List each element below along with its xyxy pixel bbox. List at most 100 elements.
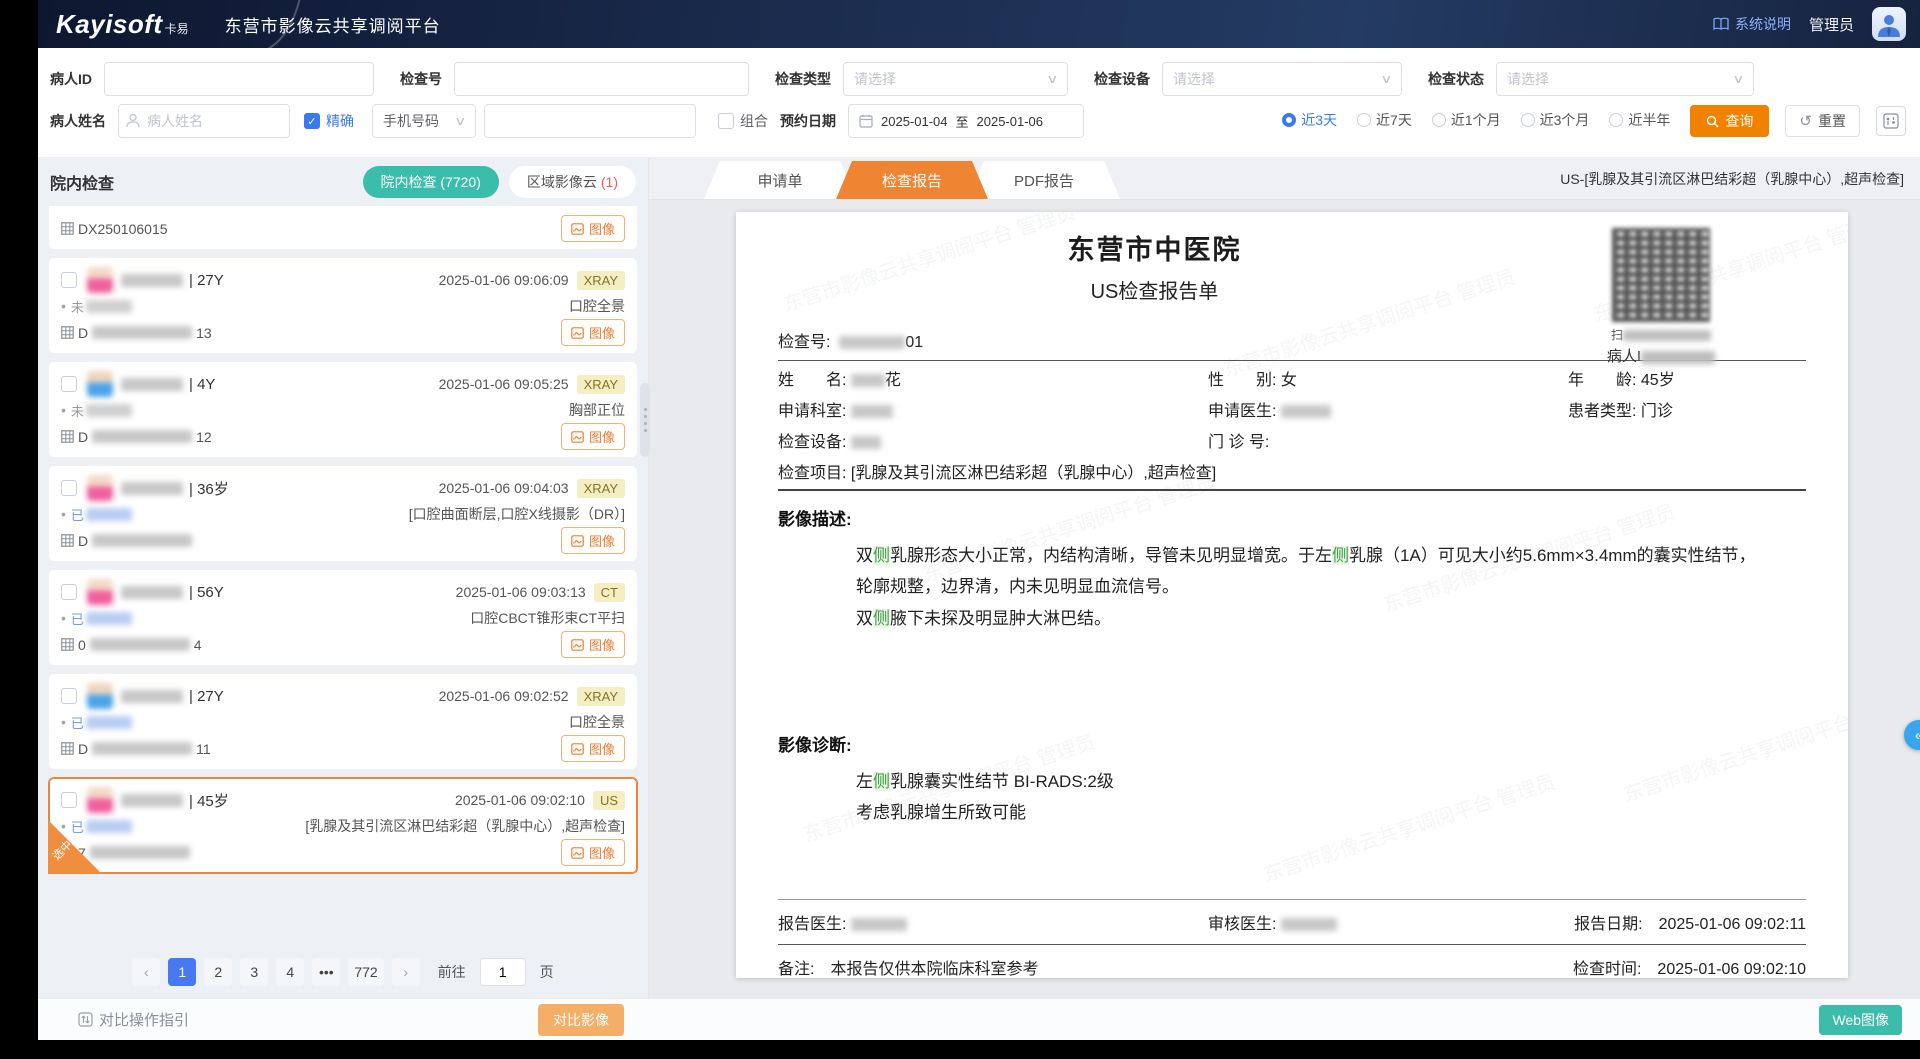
quick-range-1[interactable]: 近7天 — [1357, 110, 1412, 130]
description-line: 双侧腋下未探及明显肿大淋巴结。 — [856, 603, 1758, 634]
exam-status: 已 — [71, 817, 84, 836]
search-button[interactable]: 查询 — [1690, 105, 1769, 137]
exam-card[interactable]: | 56Y 2025-01-06 09:03:13 CT • 已 口腔CBCT锥… — [48, 569, 638, 666]
exam-card[interactable]: | 45岁 2025-01-06 09:02:10 US • 已 [乳腺及其引流… — [48, 777, 638, 874]
patient-age: | 27Y — [189, 688, 224, 705]
status-dot: • — [61, 818, 66, 834]
modality-badge: XRAY — [577, 687, 625, 706]
modality-badge: XRAY — [577, 271, 625, 290]
report-doc-title: US检查报告单 — [778, 275, 1531, 304]
exam-card[interactable]: | 27Y 2025-01-06 09:06:09 XRAY • 未 口腔全景 … — [48, 257, 638, 354]
goto-page-input[interactable] — [480, 958, 526, 986]
app-window: Kayisoft 卡易 东营市影像云共享调阅平台 系统说明 管理员 — [38, 0, 1920, 1040]
compare-guide-link[interactable]: 对比操作指引 — [78, 1009, 189, 1030]
device-placeholder: 请选择 — [1173, 69, 1215, 89]
view-images-button[interactable]: 图像 — [561, 839, 625, 866]
diagnosis-line: 考虑乳腺增生所致可能 — [856, 797, 1758, 828]
exam-checkbox[interactable] — [61, 376, 77, 392]
field-age: 年 龄: 45岁 — [1568, 366, 1806, 390]
tab-hospital-exams[interactable]: 院内检查 (7720) — [363, 166, 499, 198]
page-next-button[interactable]: › — [392, 958, 420, 986]
quick-range-group: 近3天近7天近1个月 近3个月近半年 — [1282, 110, 1690, 132]
field-dept: 申请科室: — [778, 397, 1208, 421]
patient-age: | 27Y — [189, 272, 224, 289]
page-button-1[interactable]: 1 — [168, 958, 196, 986]
page-ellipsis[interactable]: ••• — [312, 958, 340, 986]
tab-region-cloud[interactable]: 区域影像云 (1) — [509, 166, 636, 198]
panel-resize-handle[interactable] — [640, 383, 650, 457]
quick-range-label: 近3个月 — [1540, 110, 1590, 130]
view-images-button[interactable]: 图像 — [561, 735, 625, 762]
exam-datetime: 2025-01-06 09:03:13 — [456, 584, 586, 600]
exact-checkbox[interactable]: ✓ — [304, 113, 320, 129]
exam-card[interactable]: | 27Y 2025-01-06 09:02:52 XRAY • 已 口腔全景 … — [48, 673, 638, 770]
book-icon — [1713, 17, 1729, 31]
quick-range-2[interactable]: 近1个月 — [1432, 110, 1501, 130]
status-select[interactable]: 请选择 ∨ — [1496, 62, 1754, 96]
compare-images-button[interactable]: 对比影像 — [538, 1004, 624, 1036]
modality-badge: CT — [594, 583, 625, 602]
tab-region-count: (1) — [601, 174, 618, 190]
device-select[interactable]: 请选择 ∨ — [1162, 62, 1402, 96]
reset-button[interactable]: ↺ 重置 — [1785, 105, 1860, 137]
quick-range-4[interactable]: 近半年 — [1609, 110, 1670, 130]
view-images-button[interactable]: 图像 — [561, 215, 625, 242]
exam-id: D12 — [61, 429, 212, 445]
exam-checkbox[interactable] — [61, 480, 77, 496]
date-range-picker[interactable]: 2025-01-04 至 2025-01-06 — [848, 104, 1084, 138]
page-button-772[interactable]: 772 — [348, 958, 383, 986]
status-dot: • — [61, 714, 66, 730]
filter-bar: 病人ID 检查号 检查类型 请选择 ∨ 检查设备 请选择 ∨ 检查状态 请选择 … — [38, 48, 1920, 158]
tab-exam-report[interactable]: 检查报告 — [836, 161, 988, 199]
exam-checkbox[interactable] — [61, 272, 77, 288]
report-doctor: 报告医生: — [778, 910, 1208, 934]
view-images-button[interactable]: 图像 — [561, 631, 625, 658]
exam-card[interactable]: | 36岁 2025-01-06 09:04:03 XRAY • 已 [口腔曲面… — [48, 465, 638, 562]
panel-title: 院内检查 — [50, 170, 114, 194]
tab-request-form[interactable]: 申请单 — [704, 161, 856, 199]
system-help-link[interactable]: 系统说明 — [1713, 14, 1791, 34]
status-dot: • — [61, 506, 66, 522]
exam-list-panel: 院内检查 院内检查 (7720) 区域影像云 (1) — [38, 158, 648, 998]
exam-no-input[interactable] — [454, 62, 749, 96]
chevron-down-icon: ∨ — [1380, 72, 1392, 86]
web-image-button[interactable]: Web图像 — [1819, 1005, 1902, 1035]
exam-checkbox[interactable] — [61, 688, 77, 704]
exam-checkbox[interactable] — [61, 584, 77, 600]
phone-select[interactable]: 手机号码 ∨ — [372, 104, 476, 138]
view-images-button[interactable]: 图像 — [561, 423, 625, 450]
exam-type-select[interactable]: 请选择 ∨ — [843, 62, 1068, 96]
patient-id-input[interactable] — [104, 62, 374, 96]
combo-checkbox[interactable] — [718, 113, 734, 129]
patient-name-input[interactable] — [118, 104, 290, 138]
page-button-3[interactable]: 3 — [240, 958, 268, 986]
modality-badge: XRAY — [577, 375, 625, 394]
field-gender: 性 别: 女 — [1208, 366, 1568, 390]
film-icon — [61, 222, 74, 235]
description-line: 双侧乳腺形态大小正常，内结构清晰，导管未见明显增宽。于左侧乳腺（1A）可见大小约… — [856, 540, 1758, 603]
page-button-4[interactable]: 4 — [276, 958, 304, 986]
report-page: 东营市影像云共享调阅平台 管理员东营市影像云共享调阅平台 管理员东营市影像云共享… — [736, 212, 1848, 978]
patient-avatar — [87, 371, 113, 397]
avatar[interactable] — [1872, 7, 1906, 41]
tab-pdf-report[interactable]: PDF报告 — [968, 161, 1120, 199]
phone-input[interactable] — [484, 104, 696, 138]
view-images-label: 图像 — [589, 843, 615, 862]
exam-card-partial[interactable]: DX250106015 图像 — [48, 206, 638, 250]
exam-card[interactable]: | 4Y 2025-01-06 09:05:25 XRAY • 未 胸部正位 D… — [48, 361, 638, 458]
exam-datetime: 2025-01-06 09:02:52 — [439, 688, 569, 704]
diagnosis-title: 影像诊断: — [778, 731, 1806, 756]
layout-settings-button[interactable] — [1876, 106, 1906, 136]
page-button-2[interactable]: 2 — [204, 958, 232, 986]
patient-name-masked — [121, 794, 183, 807]
image-icon — [571, 535, 584, 547]
exam-checkbox[interactable] — [61, 792, 77, 808]
page-prev-button[interactable]: ‹ — [132, 958, 160, 986]
quick-range-3[interactable]: 近3个月 — [1521, 110, 1590, 130]
view-images-button[interactable]: 图像 — [561, 527, 625, 554]
patient-age: | 36岁 — [189, 478, 229, 499]
quick-range-0[interactable]: 近3天 — [1282, 110, 1337, 130]
view-images-button[interactable]: 图像 — [561, 319, 625, 346]
username: 管理员 — [1809, 14, 1854, 35]
patient-name-masked — [121, 378, 183, 391]
